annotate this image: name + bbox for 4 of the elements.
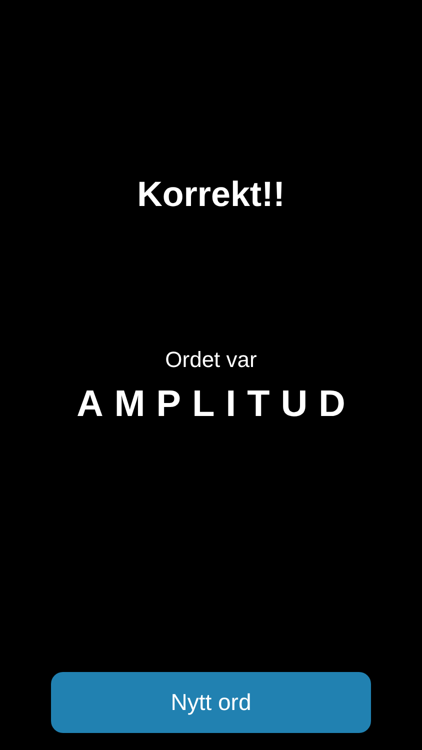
result-title: Korrekt!!: [137, 174, 285, 216]
answer-word: AMPLITUD: [76, 382, 357, 426]
new-word-button[interactable]: Nytt ord: [51, 672, 371, 733]
word-caption: Ordet var: [165, 346, 257, 374]
